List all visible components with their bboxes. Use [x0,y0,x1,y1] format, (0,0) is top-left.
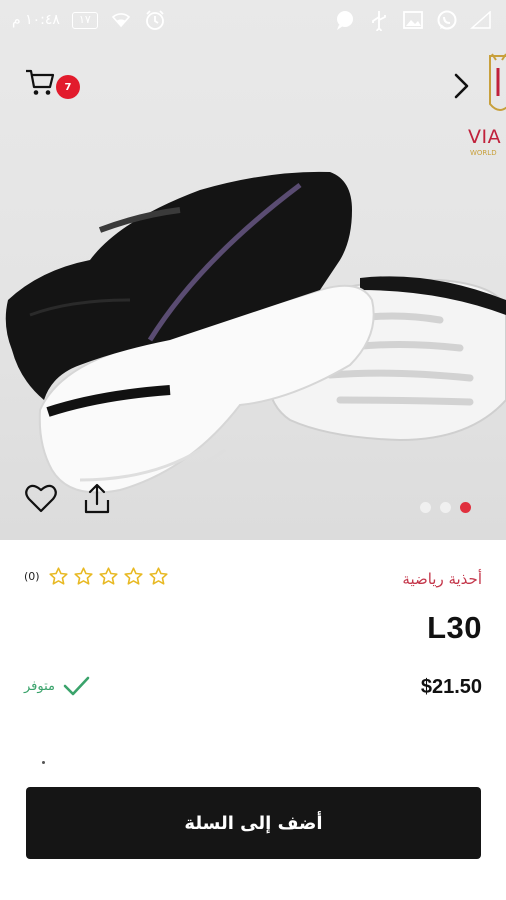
signal-icon [470,9,492,31]
star-icon[interactable] [123,566,144,587]
rating-stars[interactable]: (0) [24,566,169,587]
gallery-notification-icon [402,9,424,31]
product-image [5,171,506,498]
star-icon[interactable] [48,566,69,587]
divider-dot [42,761,45,764]
share-icon [84,483,110,514]
star-icon[interactable] [73,566,94,587]
product-price: $21.50 [420,676,482,698]
stock-status: متوفر [24,674,91,698]
carousel-dot[interactable] [440,502,451,513]
heart-icon [25,484,57,513]
battery-indicator: ١٧ [71,11,98,29]
stock-status-label: متوفر [24,678,55,694]
product-name: L30 [427,610,482,645]
product-category[interactable]: أحذية رياضية [402,570,482,588]
whatsapp-icon [436,9,458,31]
chat-notification-icon [334,9,356,31]
star-icon[interactable] [98,566,119,587]
cart-icon [26,69,55,95]
carousel-dot[interactable] [420,502,431,513]
alarm-icon [144,9,166,31]
check-icon [63,676,90,696]
status-bar: ١٠:٤٨ م ١٧ [0,0,506,40]
crest-icon [489,53,506,111]
status-time: ١٠:٤٨ م [12,12,60,28]
carousel-dot[interactable] [460,502,471,513]
add-to-cart-button[interactable]: أضف إلى السلة [26,787,481,859]
usb-icon [368,9,390,31]
star-icon[interactable] [148,566,169,587]
brand-logo: VIA WORLD [462,52,506,162]
add-to-cart-label: أضف إلى السلة [184,812,323,834]
cart-button[interactable]: 7 [24,66,86,106]
status-bar-right [334,9,492,31]
share-button[interactable] [81,482,113,516]
cart-count-badge: 7 [56,75,80,99]
product-image-gallery[interactable]: ١٠:٤٨ م ١٧ 7 VIA WORLD [0,0,506,540]
wishlist-button[interactable] [24,483,58,515]
wifi-icon [110,9,132,31]
carousel-indicator [420,502,471,513]
status-bar-left: ١٠:٤٨ م ١٧ [12,9,166,31]
brand-logo-text: VIA [468,126,502,148]
review-count: (0) [24,570,40,583]
